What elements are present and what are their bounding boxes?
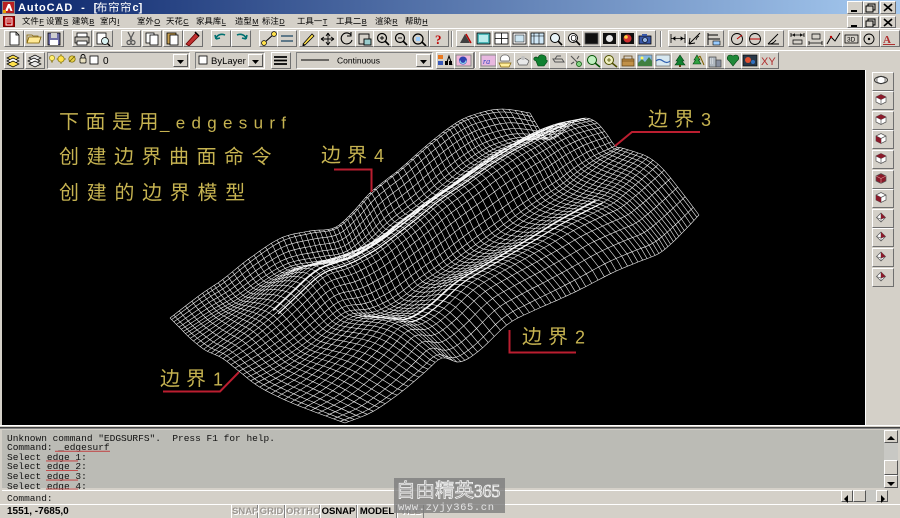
svg-text:www.zyjy365.cn: www.zyjy365.cn <box>398 502 495 514</box>
svg-text:365: 365 <box>474 481 501 501</box>
